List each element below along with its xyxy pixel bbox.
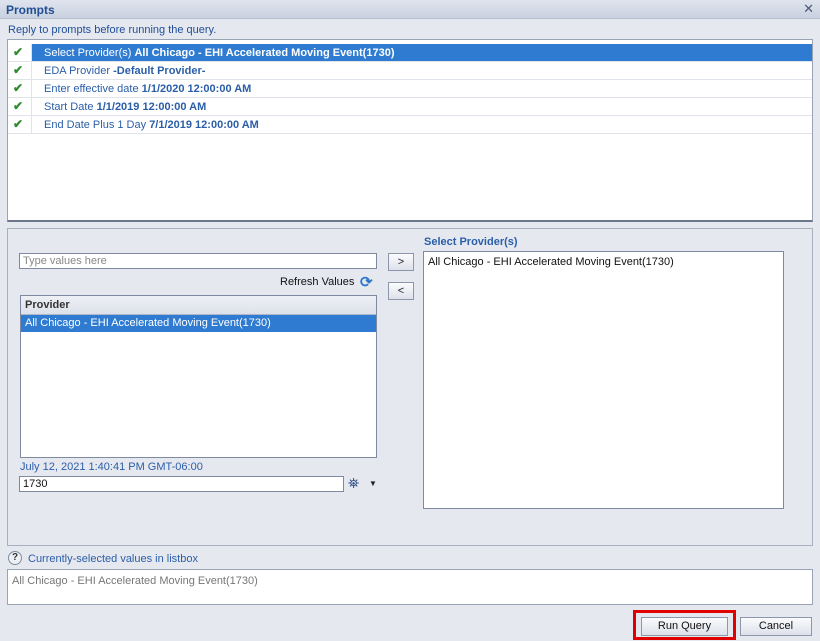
prompt-value: 1/1/2019 12:00:00 AM [96, 101, 207, 113]
list-item[interactable]: All Chicago - EHI Accelerated Moving Eve… [21, 315, 376, 332]
selected-providers-label: Select Provider(s) [424, 236, 518, 248]
window-title: Prompts [6, 3, 55, 17]
currently-selected-value: All Chicago - EHI Accelerated Moving Eve… [12, 575, 258, 587]
prompt-list: ✔ Select Provider(s) All Chicago - EHI A… [7, 39, 813, 222]
prompt-row-effective-date[interactable]: ✔ Enter effective date 1/1/2020 12:00:00… [8, 80, 812, 98]
instruction-text: Reply to prompts before running the quer… [8, 24, 217, 36]
refresh-icon[interactable]: ⟳ [360, 273, 373, 291]
run-query-button[interactable]: Run Query [641, 617, 728, 636]
remove-button[interactable]: < [388, 282, 414, 300]
prompt-name: Start Date [44, 101, 94, 113]
check-icon: ✔ [13, 81, 24, 95]
prompt-name: Enter effective date [44, 83, 139, 95]
prompt-name: EDA Provider [44, 65, 111, 77]
check-icon: ✔ [13, 99, 24, 113]
currently-selected-label: Currently-selected values in listbox [28, 553, 198, 565]
dropdown-arrow-icon[interactable]: ▼ [369, 479, 377, 488]
prompt-value: All Chicago - EHI Accelerated Moving Eve… [134, 47, 395, 59]
selected-providers-listbox[interactable]: All Chicago - EHI Accelerated Moving Eve… [423, 251, 784, 509]
prompt-row-start-date[interactable]: ✔ Start Date 1/1/2019 12:00:00 AM [8, 98, 812, 116]
help-icon[interactable]: ? [8, 551, 22, 565]
check-icon: ✔ [13, 45, 24, 59]
search-input[interactable] [19, 253, 377, 269]
prompt-name: Select Provider(s) [44, 47, 132, 59]
prompt-value: -Default Provider- [113, 65, 206, 77]
refresh-values-label[interactable]: Refresh Values [280, 276, 354, 288]
prompt-row-end-date[interactable]: ✔ End Date Plus 1 Day 7/1/2019 12:00:00 … [8, 116, 812, 134]
provider-listbox[interactable]: Provider All Chicago - EHI Accelerated M… [20, 295, 377, 458]
check-icon: ✔ [13, 63, 24, 77]
close-icon[interactable]: ✕ [803, 1, 814, 17]
add-button[interactable]: > [388, 253, 414, 271]
cancel-button[interactable]: Cancel [740, 617, 812, 636]
check-icon: ✔ [13, 117, 24, 131]
provider-column-header: Provider [21, 296, 376, 315]
timestamp: July 12, 2021 1:40:41 PM GMT-06:00 [20, 461, 203, 473]
list-item[interactable]: All Chicago - EHI Accelerated Moving Eve… [428, 256, 674, 268]
prompt-name: End Date Plus 1 Day [44, 119, 147, 131]
prompt-row-eda-provider[interactable]: ✔ EDA Provider -Default Provider- [8, 62, 812, 80]
binoculars-icon[interactable]: ⛯ [348, 475, 359, 492]
title-bar: Prompts ✕ [0, 0, 820, 19]
currently-selected-box: All Chicago - EHI Accelerated Moving Eve… [7, 569, 813, 605]
prompt-row-select-providers[interactable]: ✔ Select Provider(s) All Chicago - EHI A… [8, 44, 812, 62]
prompt-value: 1/1/2020 12:00:00 AM [141, 83, 252, 95]
prompt-value: 7/1/2019 12:00:00 AM [149, 119, 259, 131]
value-input[interactable] [19, 476, 344, 492]
